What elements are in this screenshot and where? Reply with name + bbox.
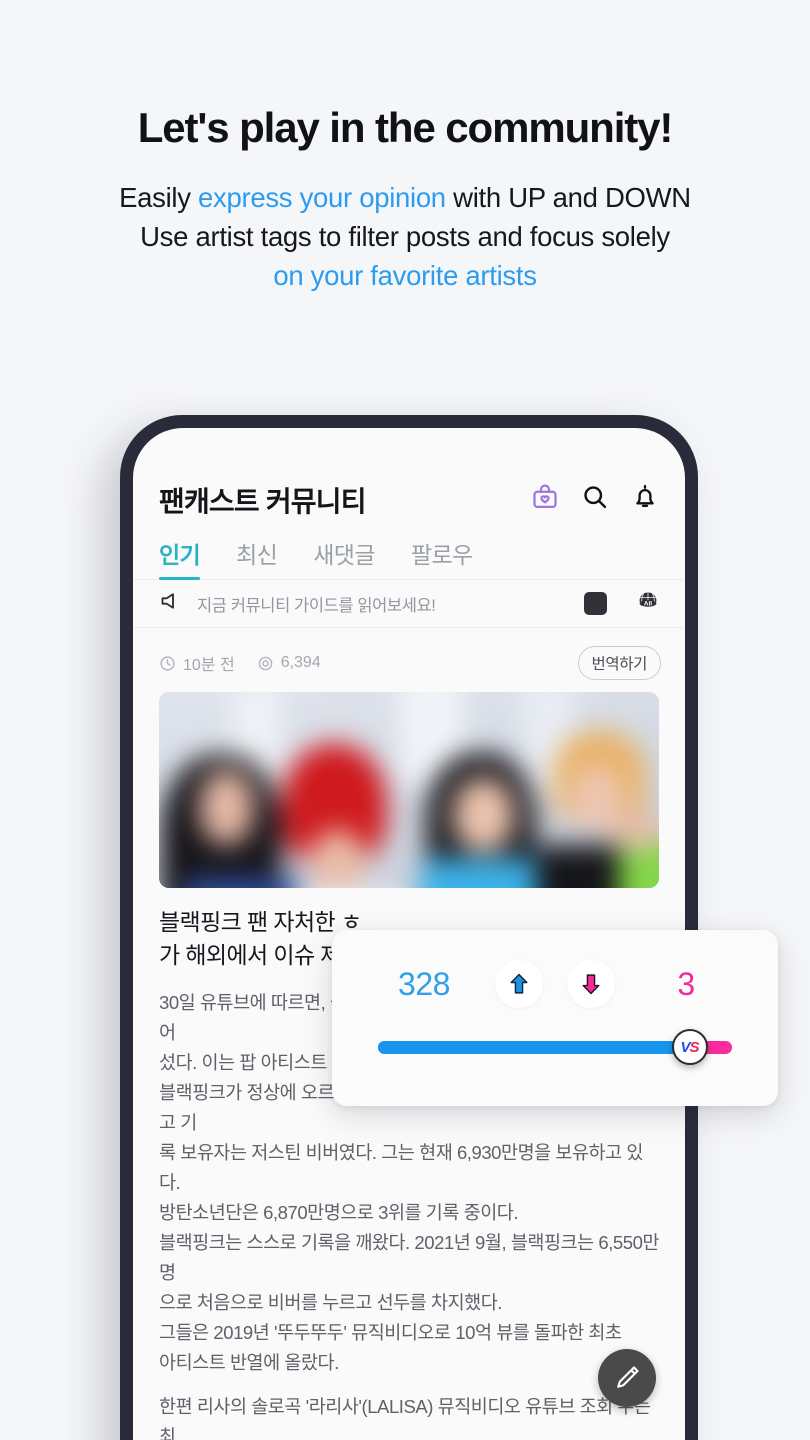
phone-mockup: 팬캐스트 커뮤니티 인기 최신 새댓글 팔로우 지금 커뮤니티 가이드를 읽어보… [120,415,698,1440]
vs-logo-s: S [689,1038,700,1056]
post-views: 6,394 [257,654,321,672]
vs-logo-v: V [680,1038,691,1056]
post-body-line: 방탄소년단은 6,870만명으로 3위를 기록 중이다. [159,1202,519,1223]
promo-sub-highlight-2: on your favorite artists [273,260,537,292]
post-views-label: 6,394 [280,654,321,671]
promo-sub-text-a: Easily [119,182,199,214]
tab-latest[interactable]: 최신 [236,536,278,579]
svg-text:All: All [644,600,652,607]
post-time: 10분 전 [159,651,235,675]
dark-square-icon[interactable] [584,592,607,615]
post-body-line: 록 보유자는 저스틴 비버였다. 그는 현재 6,930만명을 보유하고 있다. [159,1142,643,1194]
downvote-count: 3 [677,965,695,1002]
vote-slider-knob[interactable]: VS [671,1029,708,1065]
vote-controls-row: 328 3 [356,930,754,1038]
promo-subtitle: Easily express your opinion with UP and … [0,178,810,295]
page-title: Let's play in the community! [137,104,674,151]
tab-following[interactable]: 팔로우 [411,536,473,579]
app-title: 팬캐스트 커뮤니티 [159,485,366,517]
notice-text: 지금 커뮤니티 가이드를 읽어보세요! [197,596,436,615]
megaphone-icon [159,589,183,618]
vote-slider-fill [378,1041,690,1054]
arrow-down-icon [582,974,600,995]
post-body-line: 으로 처음으로 비버를 누르고 선두를 차지했다. [159,1291,502,1313]
search-icon[interactable] [581,483,609,516]
bell-icon[interactable] [631,483,659,516]
notice-banner[interactable]: 지금 커뮤니티 가이드를 읽어보세요! All [133,580,685,628]
promo-sub-text-b: with UP and DOWN [445,182,691,214]
clock-icon [160,655,175,671]
promo-header: Let's play in the community! Easily expr… [0,0,810,295]
globe-all-icon[interactable]: All [635,588,661,619]
translate-button[interactable]: 번역하기 [577,646,661,680]
tab-new-comments[interactable]: 새댓글 [313,536,375,579]
compose-fab-button[interactable] [598,1349,656,1407]
arrow-up-icon [510,973,528,994]
promo-sub-line1: Easily express your opinion with UP and … [119,182,691,213]
promo-sub-line2: Use artist tags to filter posts and focu… [140,221,670,253]
post-body-line: 그들은 2019년 '뚜두뚜두' 뮤직비디오로 10억 뷰를 돌파한 최초 [159,1321,622,1343]
upvote-count: 328 [398,965,450,1002]
app-header: 팬캐스트 커뮤니티 [133,428,685,524]
post-body-line: 아티스트 반열에 올랐다. [159,1351,339,1373]
post-body-line: 한편 리사의 솔로곡 '라리사'(LALISA) 뮤직비디오 유튜브 조회 수는… [159,1395,651,1440]
tab-popular[interactable]: 인기 [159,536,201,580]
post-time-label: 10분 전 [183,657,235,674]
upvote-button[interactable] [494,960,543,1008]
eye-view-icon [258,656,272,670]
promo-sub-highlight-1: express your opinion [198,182,446,214]
tab-bar: 인기 최신 새댓글 팔로우 [133,524,685,580]
post-body-line [159,1378,659,1392]
vote-slider[interactable]: VS [378,1029,732,1065]
post-image[interactable] [159,692,659,888]
post-meta-row: 10분 전 6,394 번역하기 [133,628,685,692]
downvote-button[interactable] [567,960,616,1008]
post-body-line: 블랙핑크는 스스로 기록을 깨왔다. 2021년 9월, 블랙핑크는 6,550… [159,1231,659,1283]
pencil-edit-icon [617,1366,639,1388]
vs-logo: VS [680,1038,700,1056]
post-image-blurred-content [159,692,659,888]
vote-card: 328 3 VS [332,930,778,1106]
header-icon-group [531,483,659,516]
shop-bag-heart-icon[interactable] [531,483,559,516]
